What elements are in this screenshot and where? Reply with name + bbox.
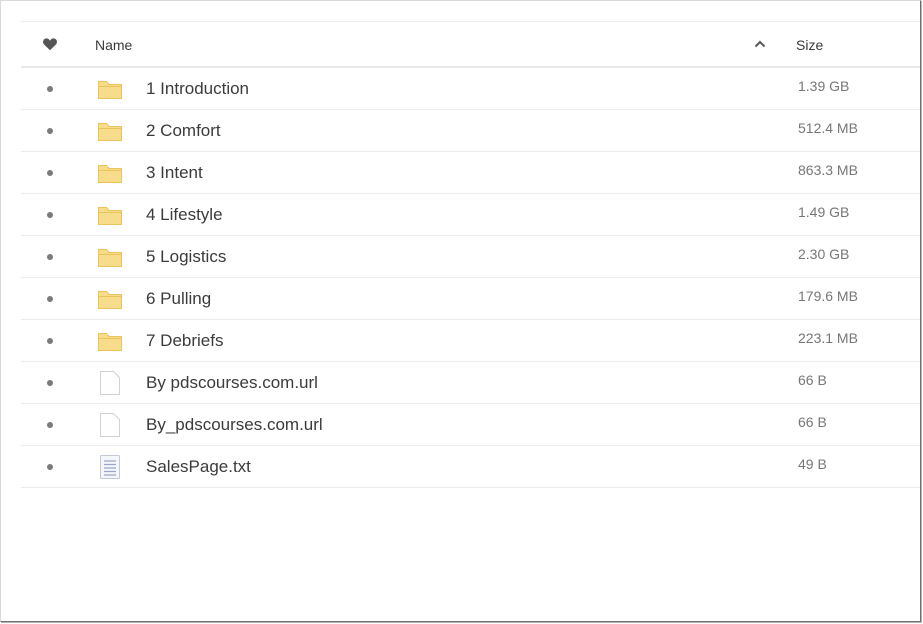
list-item[interactable]: SalesPage.txt 49 B	[21, 446, 920, 488]
sort-ascending-icon[interactable]	[754, 40, 766, 48]
name-column-header[interactable]: Name	[95, 37, 132, 53]
file-size: 223.1 MB	[798, 330, 858, 346]
list-item[interactable]: 1 Introduction 1.39 GB	[21, 68, 920, 110]
favorite-dot[interactable]	[47, 128, 53, 134]
window-frame: Name Size 1 Introduction 1.39 GB 2 Comfo…	[0, 0, 921, 622]
file-size: 863.3 MB	[798, 162, 858, 178]
list-item[interactable]: 2 Comfort 512.4 MB	[21, 110, 920, 152]
favorite-dot[interactable]	[47, 254, 53, 260]
file-size: 66 B	[798, 372, 827, 388]
file-name[interactable]: 4 Lifestyle	[146, 205, 223, 225]
list-item[interactable]: By pdscourses.com.url 66 B	[21, 362, 920, 404]
rows-container: 1 Introduction 1.39 GB 2 Comfort 512.4 M…	[21, 68, 920, 488]
file-size: 49 B	[798, 456, 827, 472]
list-header: Name Size	[21, 22, 920, 68]
folder-icon	[98, 207, 122, 225]
file-size: 1.49 GB	[798, 204, 850, 220]
file-icon	[100, 371, 120, 395]
folder-icon	[98, 165, 122, 183]
favorite-dot[interactable]	[47, 380, 53, 386]
favorite-dot[interactable]	[47, 422, 53, 428]
text-file-icon	[100, 455, 120, 479]
file-name[interactable]: 2 Comfort	[146, 121, 221, 141]
file-name[interactable]: By pdscourses.com.url	[146, 373, 318, 393]
file-list: Name Size 1 Introduction 1.39 GB 2 Comfo…	[21, 22, 920, 488]
file-size: 1.39 GB	[798, 78, 850, 94]
folder-icon	[98, 291, 122, 309]
favorite-dot[interactable]	[47, 170, 53, 176]
file-size: 2.30 GB	[798, 246, 850, 262]
folder-icon	[98, 249, 122, 267]
file-name[interactable]: By_pdscourses.com.url	[146, 415, 323, 435]
file-size: 66 B	[798, 414, 827, 430]
file-name[interactable]: 6 Pulling	[146, 289, 211, 309]
file-icon	[100, 413, 120, 437]
folder-icon	[98, 123, 122, 141]
list-item[interactable]: 6 Pulling 179.6 MB	[21, 278, 920, 320]
file-name[interactable]: SalesPage.txt	[146, 457, 251, 477]
heart-icon[interactable]	[42, 36, 58, 52]
file-size: 512.4 MB	[798, 120, 858, 136]
favorite-dot[interactable]	[47, 338, 53, 344]
file-name[interactable]: 5 Logistics	[146, 247, 226, 267]
file-name[interactable]: 3 Intent	[146, 163, 203, 183]
list-item[interactable]: By_pdscourses.com.url 66 B	[21, 404, 920, 446]
list-item[interactable]: 4 Lifestyle 1.49 GB	[21, 194, 920, 236]
favorite-dot[interactable]	[47, 464, 53, 470]
file-size: 179.6 MB	[798, 288, 858, 304]
list-item[interactable]: 7 Debriefs 223.1 MB	[21, 320, 920, 362]
favorite-dot[interactable]	[47, 296, 53, 302]
favorite-dot[interactable]	[47, 86, 53, 92]
file-name[interactable]: 1 Introduction	[146, 79, 249, 99]
list-item[interactable]: 3 Intent 863.3 MB	[21, 152, 920, 194]
file-name[interactable]: 7 Debriefs	[146, 331, 223, 351]
favorite-dot[interactable]	[47, 212, 53, 218]
list-item[interactable]: 5 Logistics 2.30 GB	[21, 236, 920, 278]
folder-icon	[98, 81, 122, 99]
size-column-header[interactable]: Size	[796, 37, 823, 53]
folder-icon	[98, 333, 122, 351]
